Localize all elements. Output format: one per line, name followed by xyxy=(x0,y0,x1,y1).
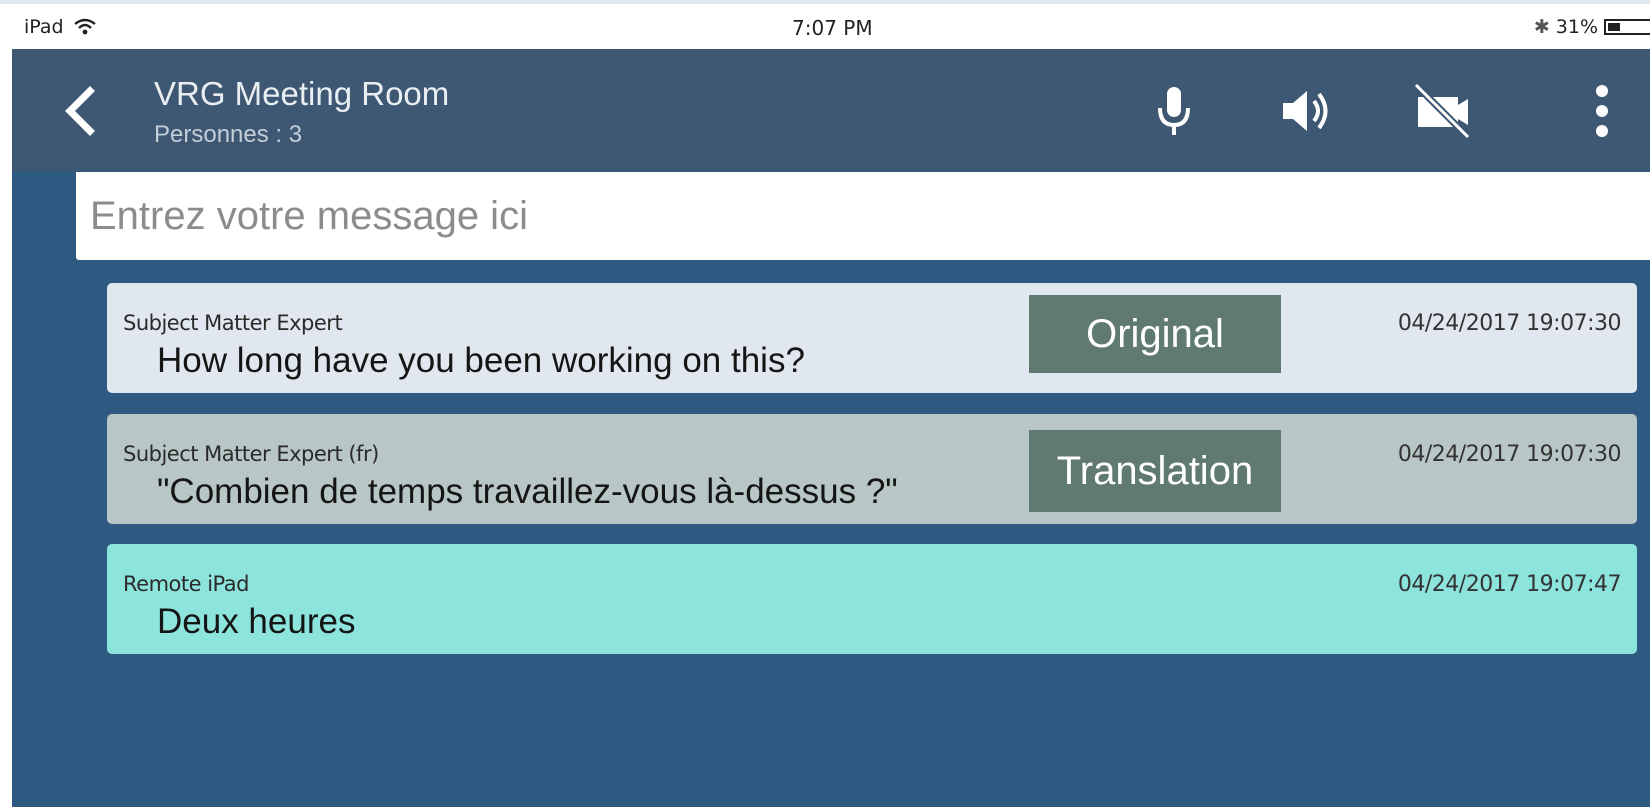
wifi-icon xyxy=(73,18,96,35)
status-left: iPad xyxy=(24,16,96,38)
more-icon[interactable] xyxy=(1572,81,1632,141)
message-translation: Subject Matter Expert (fr) "Combien de t… xyxy=(107,414,1637,524)
status-time: 7:07 PM xyxy=(792,16,873,40)
app: VRG Meeting Room Personnes : 3 Subject M… xyxy=(12,49,1650,807)
video-off-icon[interactable] xyxy=(1412,81,1472,141)
message-timestamp: 04/24/2017 19:07:47 xyxy=(1397,572,1622,597)
message-timestamp: 04/24/2017 19:07:30 xyxy=(1397,311,1622,336)
speaker-icon[interactable] xyxy=(1277,81,1337,141)
message-sender: Remote iPad xyxy=(123,572,249,596)
message-text: Deux heures xyxy=(157,602,356,641)
bluetooth-icon: ✱ xyxy=(1533,16,1550,38)
participant-count: Personnes : 3 xyxy=(154,121,303,148)
back-icon[interactable] xyxy=(56,85,102,137)
message-remote: Remote iPad Deux heures 04/24/2017 19:07… xyxy=(107,544,1637,654)
battery-icon xyxy=(1604,19,1650,35)
message-sender: Subject Matter Expert xyxy=(123,311,343,335)
room-title: VRG Meeting Room xyxy=(154,75,450,112)
mic-icon[interactable] xyxy=(1144,81,1204,141)
device-name: iPad xyxy=(24,16,64,38)
translation-button[interactable]: Translation xyxy=(1029,430,1281,512)
status-right: ✱ 31% xyxy=(1534,16,1650,38)
message-timestamp: 04/24/2017 19:07:30 xyxy=(1397,442,1622,467)
header: VRG Meeting Room Personnes : 3 xyxy=(12,49,1650,171)
original-button[interactable]: Original xyxy=(1029,295,1281,373)
message-original: Subject Matter Expert How long have you … xyxy=(107,283,1637,393)
message-text: "Combien de temps travaillez-vous là-des… xyxy=(157,472,898,511)
battery-percent: 31% xyxy=(1555,16,1598,38)
message-sender: Subject Matter Expert (fr) xyxy=(123,442,379,466)
message-input[interactable] xyxy=(76,172,1650,260)
status-bar: iPad 7:07 PM ✱ 31% xyxy=(12,4,1650,49)
message-text: How long have you been working on this? xyxy=(157,341,805,380)
